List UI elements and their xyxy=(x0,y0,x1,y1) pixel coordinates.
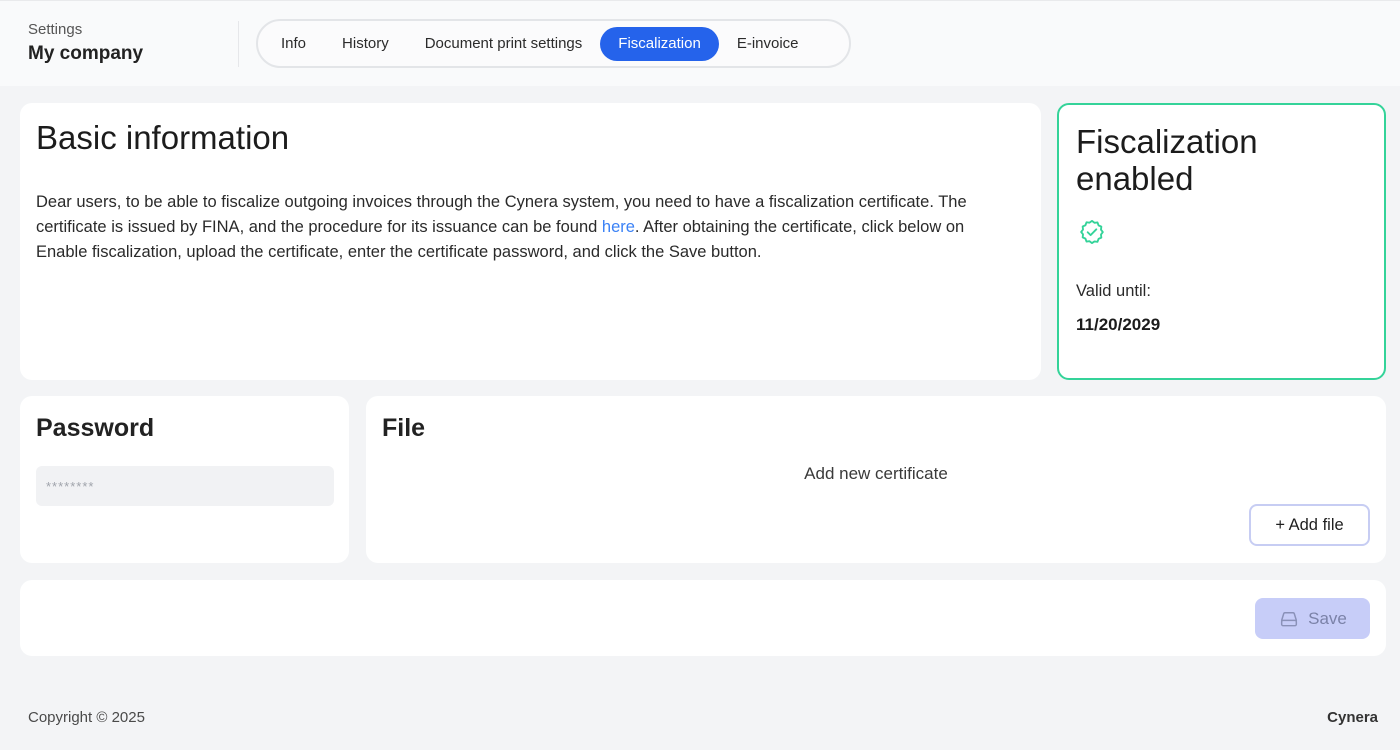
copyright-text: Copyright © 2025 xyxy=(28,709,145,726)
file-card: File Add new certificate + Add file xyxy=(366,396,1386,563)
password-heading: Password xyxy=(36,414,155,442)
top-bar: Settings My company Info History Documen… xyxy=(0,0,1400,86)
password-field[interactable] xyxy=(36,466,334,506)
tab-e-invoice[interactable]: E-invoice xyxy=(719,27,817,61)
drive-icon xyxy=(1281,611,1298,626)
tab-info[interactable]: Info xyxy=(263,27,324,61)
fiscalization-status-card: Fiscalization enabled Valid until: 11/20… xyxy=(1057,103,1386,380)
basic-information-heading: Basic information xyxy=(36,119,290,156)
fiscalization-status-title: Fiscalization enabled xyxy=(1076,123,1258,197)
basic-information-card: Basic information Dear users, to be able… xyxy=(20,103,1041,380)
password-card: Password xyxy=(20,396,349,563)
add-certificate-hint: Add new certificate xyxy=(804,464,948,483)
valid-until-date: 11/20/2029 xyxy=(1076,315,1161,334)
verified-badge-icon xyxy=(1080,219,1104,245)
page-title: My company xyxy=(28,43,144,64)
basic-information-text: Dear users, to be able to fiscalize outg… xyxy=(36,190,996,265)
procedure-link[interactable]: here xyxy=(602,218,635,236)
breadcrumb[interactable]: Settings xyxy=(28,21,82,38)
tab-fiscalization[interactable]: Fiscalization xyxy=(600,26,719,61)
save-button[interactable]: Save xyxy=(1255,598,1370,639)
header-divider xyxy=(238,21,239,67)
tab-history[interactable]: History xyxy=(324,27,407,61)
save-label: Save xyxy=(1308,608,1347,628)
valid-until-label: Valid until: xyxy=(1076,282,1151,300)
save-bar: Save xyxy=(20,580,1386,656)
add-file-button[interactable]: + Add file xyxy=(1249,504,1370,546)
brand-name: Cynera xyxy=(1327,709,1378,726)
settings-tabs: Info History Document print settings Fis… xyxy=(256,19,851,68)
file-heading: File xyxy=(382,414,426,442)
tab-document-print-settings[interactable]: Document print settings xyxy=(407,27,601,61)
